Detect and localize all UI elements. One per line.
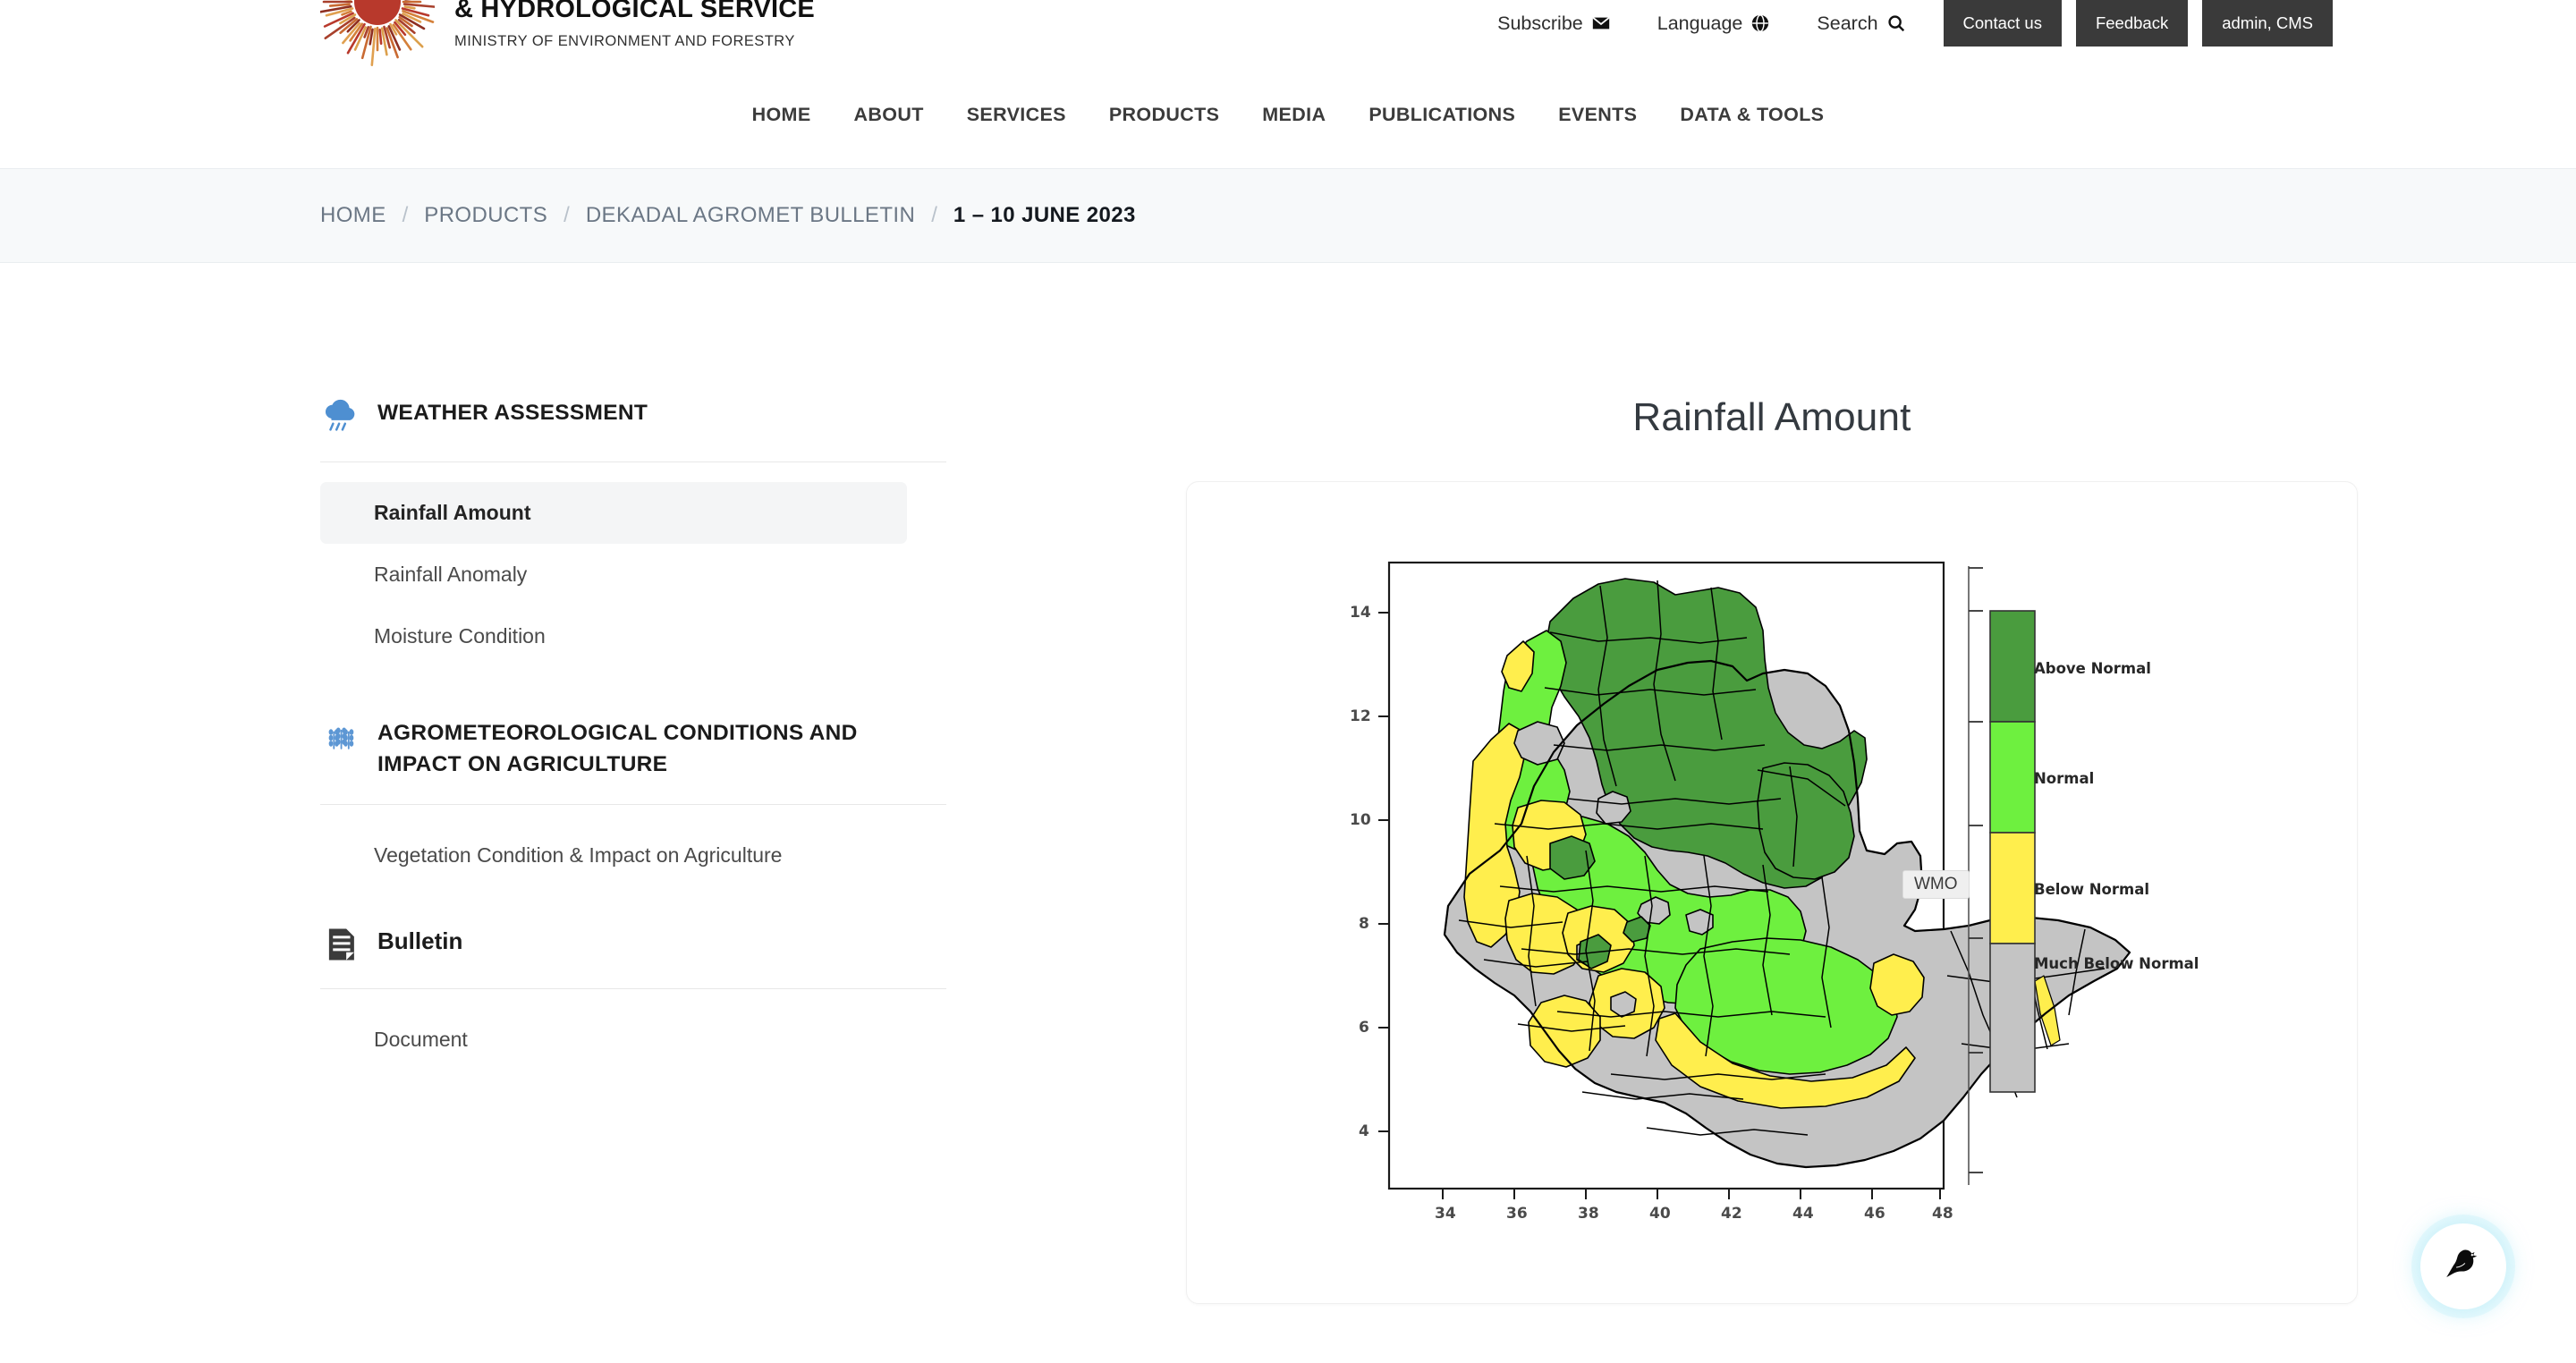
subscribe-label: Subscribe	[1497, 12, 1583, 34]
x-tick-36: 36	[1506, 1205, 1528, 1223]
breadcrumb-item-1[interactable]: HOME	[320, 203, 386, 228]
x-tick-38: 38	[1578, 1205, 1599, 1223]
brand[interactable]: & HYDROLOGICAL SERVICE MINISTRY OF ENVIR…	[318, 0, 815, 66]
sidebar-group-3: Bulletin Document	[320, 922, 946, 1106]
sidebar-item-rainfall-amount[interactable]: Rainfall Amount	[320, 482, 907, 544]
breadcrumb-separator: /	[931, 203, 937, 227]
contact-us-button[interactable]: Contact us	[1943, 0, 2062, 47]
sidebar-group-title: AGROMETEOROLOGICAL CONDITIONS AND IMPACT…	[377, 721, 858, 776]
globe-icon	[1750, 13, 1770, 33]
wmo-annotation: WMO	[1902, 870, 1970, 899]
main-nav: HOME ABOUT SERVICES PRODUCTS MEDIA PUBLICATIO…	[0, 104, 2576, 126]
language-link[interactable]: Language	[1634, 13, 1794, 35]
sidebar-item-list-1: Rainfall Amount Rainfall Anomaly Moisture …	[320, 462, 946, 667]
y-tick-14: 14	[1350, 604, 1371, 622]
bird-icon	[2441, 1242, 2486, 1291]
x-tick-46: 46	[1864, 1205, 1885, 1223]
search-icon	[1886, 13, 1906, 33]
sidebar-group-header-2: AGROMETEOROLOGICAL CONDITIONS AND IMPACT…	[320, 715, 946, 805]
x-tick-42: 42	[1721, 1205, 1742, 1223]
sidebar-group-2: AGROMETEOROLOGICAL CONDITIONS AND IMPACT…	[320, 715, 946, 922]
account-button[interactable]: admin, CMS	[2202, 0, 2333, 47]
sidebar-item-list-3: Document	[320, 989, 946, 1071]
brand-subtitle: MINISTRY OF ENVIRONMENT AND FORESTRY	[454, 32, 795, 49]
y-tick-8: 8	[1359, 915, 1369, 933]
page-title: Rainfall Amount	[1632, 395, 1911, 439]
y-tick-10: 10	[1350, 811, 1371, 829]
site-header: & HYDROLOGICAL SERVICE MINISTRY OF ENVIR…	[0, 0, 2576, 168]
sidebar-item-list-2: Vegetation Condition & Impact on Agricul…	[320, 805, 946, 886]
y-tick-12: 12	[1350, 707, 1371, 725]
document-icon	[320, 924, 361, 965]
map-legend	[1968, 566, 2036, 1185]
sidebar-group-1: WEATHER ASSESSMENT Rainfall Amount Rainfal…	[320, 395, 946, 715]
nav-item-events[interactable]: EVENTS	[1537, 104, 1658, 126]
nav-item-home[interactable]: HOME	[731, 104, 833, 126]
wheat-icon	[320, 717, 361, 758]
legend-label-much-below-normal: Much Below Normal	[2034, 955, 2199, 972]
rainfall-map[interactable]: Above Normal Normal Below Normal Much Be…	[1343, 555, 2201, 1235]
rain-cloud-icon	[320, 397, 361, 438]
sidebar-group-header-1: WEATHER ASSESSMENT	[320, 395, 946, 462]
sidebar-item-moisture-condition[interactable]: Moisture Condition	[320, 605, 907, 667]
breadcrumb-item-2[interactable]: PRODUCTS	[424, 203, 547, 228]
breadcrumb-item-4: 1 – 10 JUNE 2023	[953, 203, 1136, 227]
sidebar-group-title: WEATHER ASSESSMENT	[377, 401, 648, 425]
nav-item-services[interactable]: SERVICES	[945, 104, 1088, 126]
nav-item-products[interactable]: PRODUCTS	[1088, 104, 1241, 126]
brand-title: & HYDROLOGICAL SERVICE	[454, 0, 815, 24]
sidebar-item-vegetation-condition-impact-on-agriculture[interactable]: Vegetation Condition & Impact on Agricul…	[320, 825, 907, 886]
sidebar-item-rainfall-anomaly[interactable]: Rainfall Anomaly	[320, 544, 907, 605]
sidebar-item-document[interactable]: Document	[320, 1009, 907, 1071]
breadcrumb: HOME / PRODUCTS / DEKADAL AGROMET BULLETIN / 1…	[320, 203, 1136, 228]
breadcrumb-separator: /	[564, 203, 570, 227]
x-tick-34: 34	[1435, 1205, 1456, 1223]
main-panel: Rainfall Amount Above Normal Normal Belo…	[946, 395, 2576, 1304]
search-link[interactable]: Search	[1793, 13, 1928, 35]
sunburst-logo-icon	[318, 0, 437, 66]
map-card: Above Normal Normal Below Normal Much Be…	[1186, 481, 2358, 1304]
nav-item-media[interactable]: MEDIA	[1241, 104, 1347, 126]
feedback-button[interactable]: Feedback	[2075, 0, 2189, 47]
sidebar-group-title: Bulletin	[377, 927, 463, 954]
sidebar-group-header-3: Bulletin	[320, 922, 946, 989]
utility-nav: Subscribe Language Search Contact us Fee…	[1474, 0, 2333, 47]
language-label: Language	[1657, 12, 1743, 34]
y-tick-4: 4	[1359, 1122, 1369, 1140]
subscribe-link[interactable]: Subscribe	[1474, 13, 1634, 35]
y-tick-6: 6	[1359, 1019, 1369, 1037]
nav-item-publications[interactable]: PUBLICATIONS	[1347, 104, 1537, 126]
x-tick-44: 44	[1792, 1205, 1814, 1223]
breadcrumb-separator: /	[402, 203, 409, 227]
breadcrumb-bar: HOME / PRODUCTS / DEKADAL AGROMET BULLETIN / 1…	[0, 168, 2576, 263]
chat-assistant-button[interactable]	[2420, 1223, 2506, 1309]
page-content: WEATHER ASSESSMENT Rainfall Amount Rainfal…	[0, 263, 2576, 1304]
nav-item-data-tools[interactable]: DATA & TOOLS	[1658, 104, 1845, 126]
search-label: Search	[1817, 12, 1878, 34]
legend-label-above-normal: Above Normal	[2034, 660, 2151, 677]
x-tick-48: 48	[1932, 1205, 1953, 1223]
breadcrumb-item-3[interactable]: DEKADAL AGROMET BULLETIN	[586, 203, 915, 228]
legend-label-normal: Normal	[2034, 770, 2095, 787]
x-tick-40: 40	[1649, 1205, 1671, 1223]
envelope-icon	[1591, 13, 1611, 33]
nav-item-about[interactable]: ABOUT	[833, 104, 945, 126]
legend-label-below-normal: Below Normal	[2034, 881, 2150, 898]
enclave-1	[1513, 721, 1565, 766]
sidebar: WEATHER ASSESSMENT Rainfall Amount Rainfal…	[320, 395, 946, 1304]
